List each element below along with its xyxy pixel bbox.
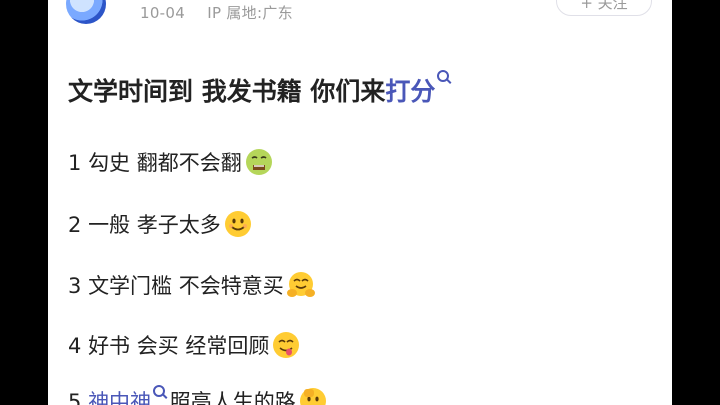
item-number: 1 bbox=[68, 151, 82, 175]
list-item: 5 神中神 照亮人生的路 bbox=[68, 385, 327, 405]
item-text: 好书 会买 经常回顾 bbox=[88, 334, 270, 358]
search-icon[interactable] bbox=[437, 70, 450, 82]
post-page: 10-04 IP 属地:广东 + 关注 文学时间到 我发书籍 你们来打分 1 勾… bbox=[48, 0, 672, 405]
post-date: 10-04 bbox=[140, 4, 186, 22]
hugging-face-icon bbox=[286, 272, 315, 297]
face-savoring-food-icon bbox=[273, 332, 300, 358]
item-text: 文学门槛 不会特意买 bbox=[88, 274, 284, 298]
search-icon[interactable] bbox=[153, 385, 166, 397]
follow-button-label: + 关注 bbox=[580, 0, 628, 12]
follow-button[interactable]: + 关注 bbox=[556, 0, 652, 16]
ip-location: IP 属地:广东 bbox=[207, 4, 293, 22]
item-text: 一般 孝子太多 bbox=[88, 213, 221, 237]
list-item: 4 好书 会买 经常回顾 bbox=[68, 330, 300, 361]
avatar[interactable] bbox=[66, 0, 106, 24]
post-title: 文学时间到 我发书籍 你们来打分 bbox=[68, 70, 450, 108]
list-item: 1 勾史 翻都不会翻 bbox=[68, 147, 273, 178]
item-number: 5 bbox=[68, 390, 82, 405]
smiling-face-icon bbox=[224, 211, 251, 237]
item-number: 4 bbox=[68, 334, 82, 358]
item-text: 照亮人生的路 bbox=[169, 390, 296, 405]
title-search-link[interactable]: 打分 bbox=[385, 77, 435, 106]
face-with-hand-icon bbox=[299, 388, 326, 405]
post-header: 10-04 IP 属地:广东 + 关注 bbox=[48, 0, 672, 26]
nauseated-face-icon bbox=[245, 149, 272, 175]
item-number: 3 bbox=[68, 274, 82, 298]
item-search-link[interactable]: 神中神 bbox=[88, 390, 151, 405]
post-meta: 10-04 IP 属地:广东 bbox=[140, 2, 293, 23]
title-text: 文学时间到 我发书籍 你们来 bbox=[68, 77, 386, 106]
list-item: 2 一般 孝子太多 bbox=[68, 209, 252, 240]
item-number: 2 bbox=[68, 213, 82, 237]
item-text: 勾史 翻都不会翻 bbox=[88, 151, 242, 175]
list-item: 3 文学门槛 不会特意买 bbox=[68, 270, 315, 301]
